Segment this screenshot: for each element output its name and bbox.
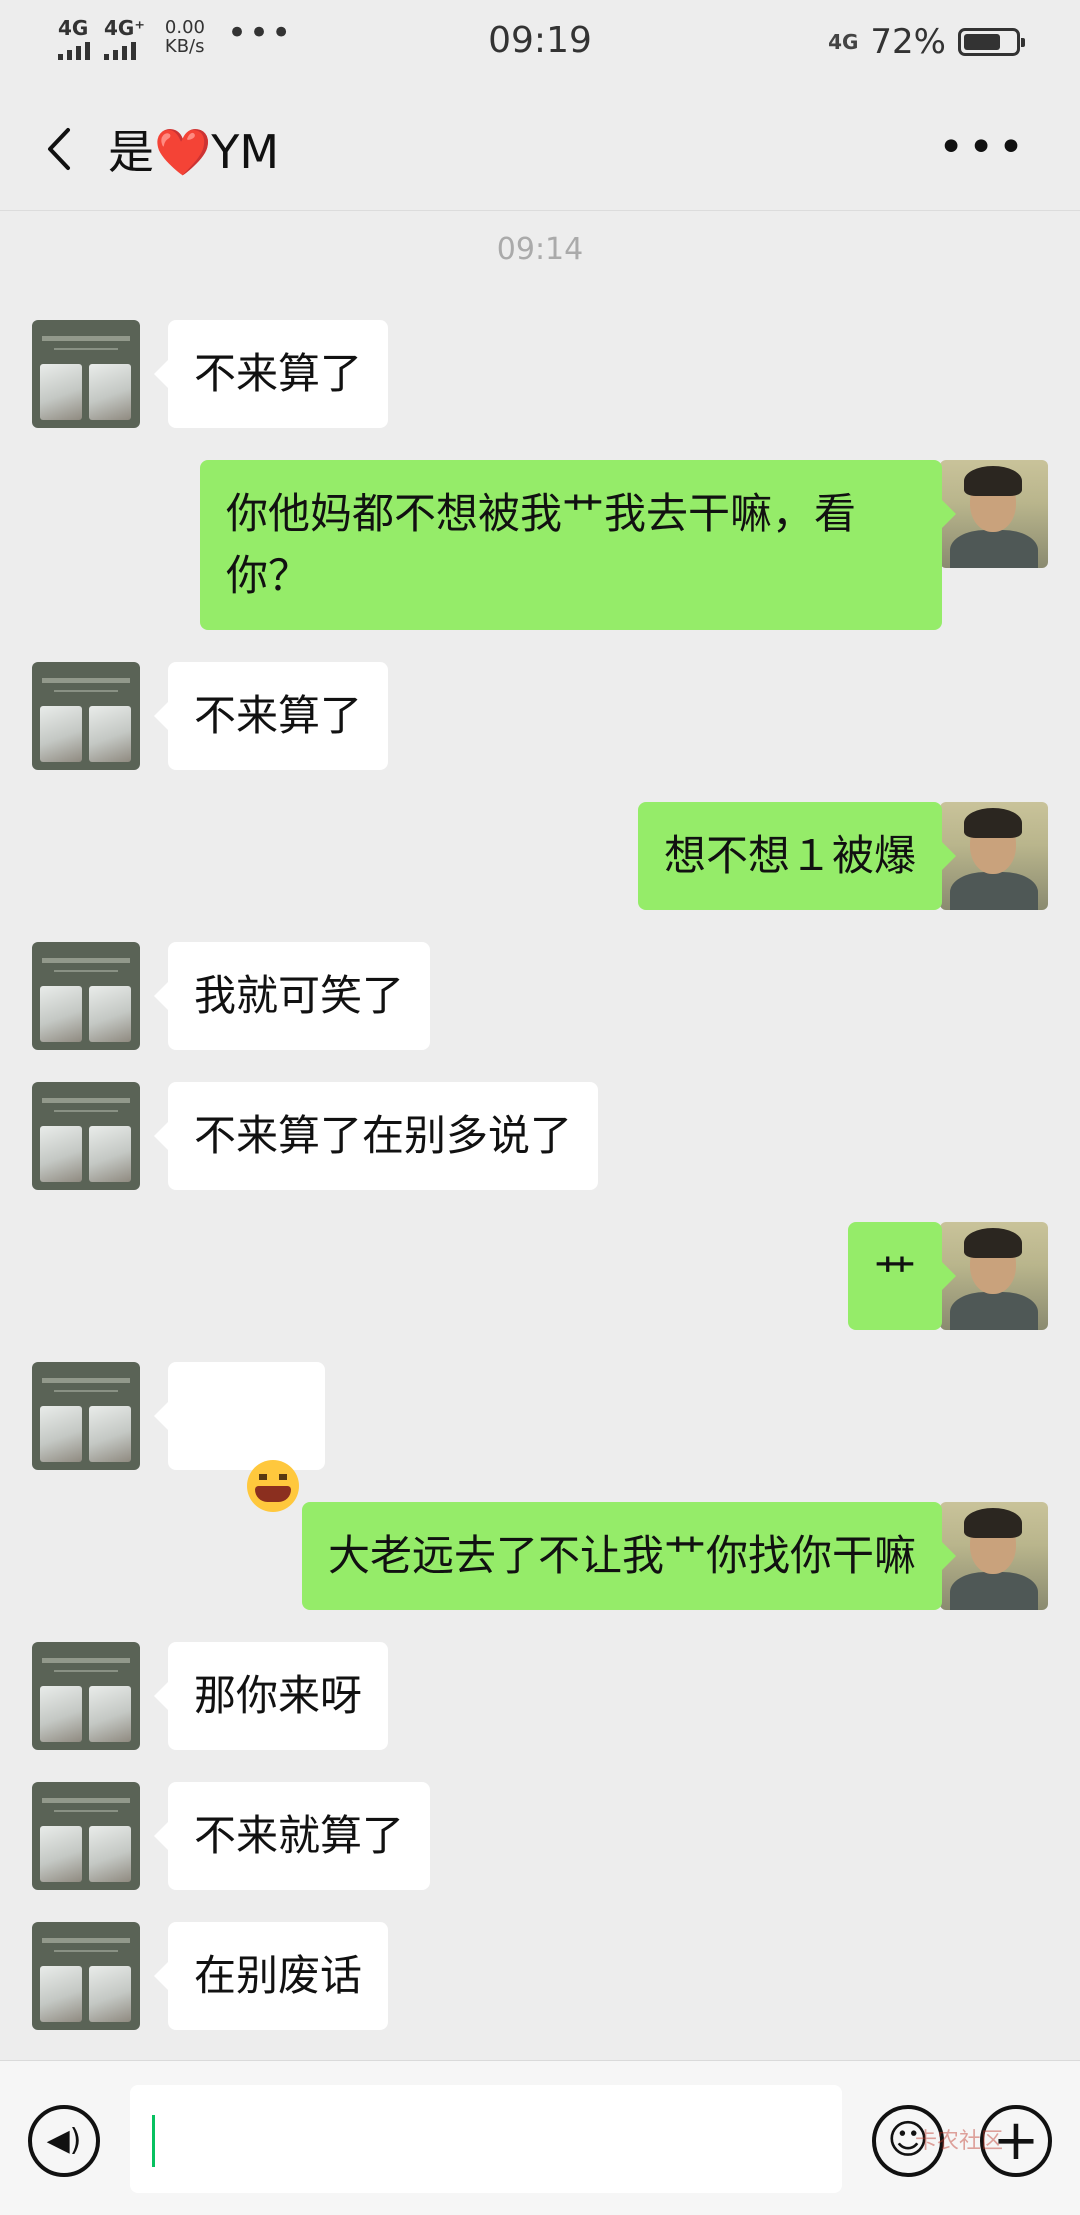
peer-avatar[interactable] xyxy=(32,1922,140,2030)
network-type: 4G xyxy=(828,30,859,54)
message-bubble[interactable]: 不来算了 xyxy=(153,662,389,770)
peer-avatar[interactable] xyxy=(32,1362,140,1470)
time-divider: 09:14 xyxy=(496,232,584,267)
peer-avatar[interactable] xyxy=(32,320,140,428)
message-bubble[interactable]: 在别废话 xyxy=(153,1922,389,2030)
peer-avatar[interactable] xyxy=(32,942,140,1050)
message-bubble[interactable]: 我就可笑了 xyxy=(153,942,431,1050)
tired-face-emoji-icon xyxy=(247,1459,300,1512)
battery-percent: 72% xyxy=(870,22,946,62)
self-avatar[interactable] xyxy=(940,460,1048,568)
message-bubble[interactable]: 艹 xyxy=(847,1222,957,1330)
peer-avatar[interactable] xyxy=(32,662,140,770)
chevron-left-icon[interactable] xyxy=(38,124,88,174)
message-bubble[interactable]: 不来算了 xyxy=(153,320,389,428)
message-bubble[interactable]: 那你来呀 xyxy=(153,1642,389,1750)
self-avatar[interactable] xyxy=(940,1502,1048,1610)
battery-fill xyxy=(964,34,1000,50)
status-bar: 4G 4G⁺ 0.00 KB/s ••• 09:19 4G 72% xyxy=(0,0,1080,86)
self-avatar[interactable] xyxy=(940,1222,1048,1330)
watermark: 卡农社区 xyxy=(915,2129,1004,2154)
peer-avatar[interactable] xyxy=(32,1082,140,1190)
battery-icon xyxy=(958,28,1025,56)
input-bar: ◀) ☺ + 卡农社区 xyxy=(0,2060,1080,2215)
chat-header: 是❤️YM ••• xyxy=(0,86,1080,211)
text-cursor xyxy=(152,2115,155,2167)
message-bubble[interactable]: 不来就算了 xyxy=(153,1782,431,1890)
more-horizontal-icon[interactable]: ••• xyxy=(938,126,1028,170)
message-bubble[interactable]: 想不想１被爆 xyxy=(637,802,957,910)
message-input[interactable] xyxy=(130,2085,842,2193)
chat-title: 是❤️YM xyxy=(108,125,280,179)
self-avatar[interactable] xyxy=(940,802,1048,910)
message-bubble[interactable] xyxy=(153,1362,326,1512)
peer-avatar[interactable] xyxy=(32,1782,140,1890)
message-bubble[interactable]: 不来算了在别多说了 xyxy=(153,1082,599,1190)
message-bubble[interactable]: 你他妈都不想被我艹我去干嘛，看你？ xyxy=(200,460,956,630)
message-bubble[interactable]: 大老远去了不让我艹你找你干嘛 xyxy=(301,1502,957,1610)
voice-icon[interactable]: ◀) xyxy=(28,2105,100,2177)
status-right: 4G 72% xyxy=(828,22,1025,62)
peer-avatar[interactable] xyxy=(32,1642,140,1750)
